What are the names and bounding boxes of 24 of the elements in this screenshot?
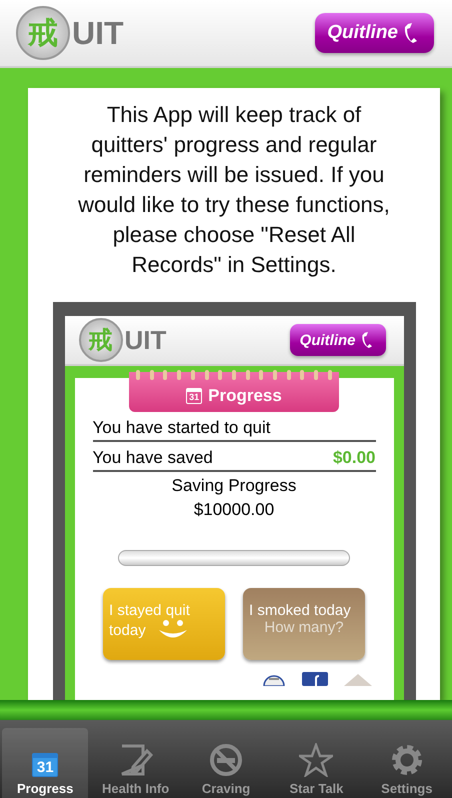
settings-icon [390,743,424,777]
logo-mark: 戒 [16,6,70,60]
logo-text: UIT [72,14,124,52]
tab-bar-item[interactable]: Star Talk [273,728,360,798]
calendar-icon: 31 [32,753,58,777]
star-icon [299,743,334,777]
stat-value: $0.00 [332,448,376,468]
progress-title: Progress [208,386,282,406]
goal-amount: $10000.00 [194,500,274,520]
stat-label: You have started to quit [92,418,271,438]
tab-bar-item[interactable]: Settings [364,728,450,798]
smoked-today-button[interactable]: I smoked today How many? [243,588,365,660]
notice-text: This App will keep track of quitters' progress and regular reminders will be issued. If you would like to try these functions, please choose "Reset All Records" in Settings. [77,101,391,279]
quitline-button[interactable]: Quitline [315,13,434,53]
tab-bar-item[interactable]: 31 Progress [2,728,88,798]
tab-bar-item[interactable]: Craving [182,728,270,798]
logo-mark: 戒 [78,318,122,362]
quitline-button[interactable]: Quitline [290,324,386,356]
tab-bar-item[interactable]: Health Info [92,728,179,798]
stat-label: You have saved [92,448,213,468]
no-smoking-icon [209,743,244,777]
goal-label: Saving Progress [172,476,296,496]
calendar-icon: 31 [186,388,202,404]
logo-text: UIT [124,324,166,356]
